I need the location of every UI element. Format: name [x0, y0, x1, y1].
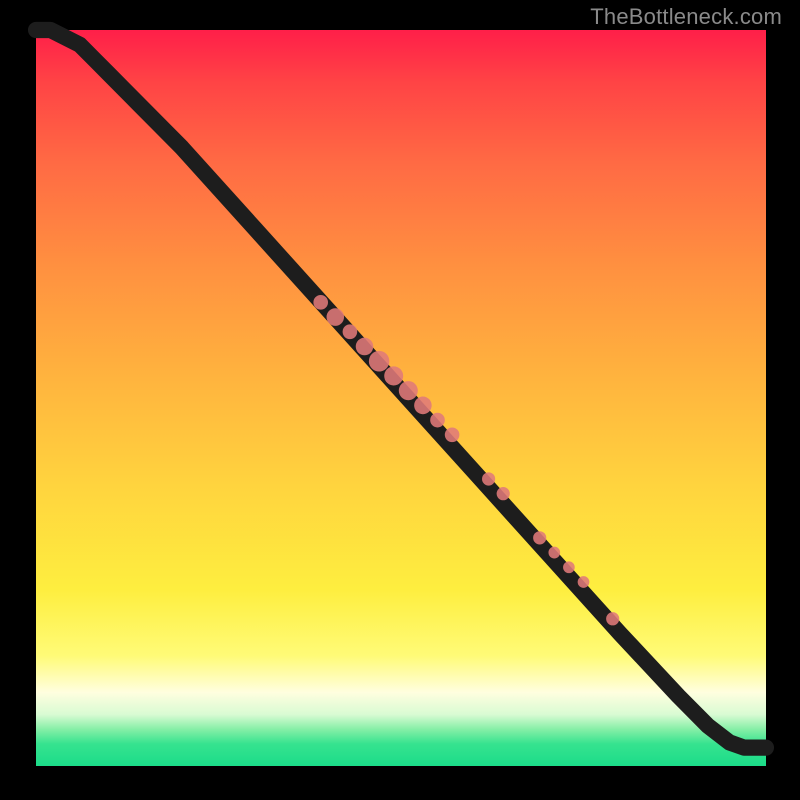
- plot-area: [36, 30, 766, 766]
- curve-point: [578, 576, 590, 588]
- curve-point: [445, 427, 460, 442]
- curve-point: [399, 381, 418, 400]
- chart-frame: TheBottleneck.com: [0, 0, 800, 800]
- curve-point: [548, 547, 560, 559]
- curve-point: [430, 413, 445, 428]
- curve-point: [533, 531, 546, 544]
- curve-point: [384, 366, 403, 385]
- curve-point: [414, 397, 432, 415]
- curve-point: [497, 487, 510, 500]
- watermark-label: TheBottleneck.com: [590, 4, 782, 30]
- curve-point: [563, 561, 575, 573]
- curve-point: [313, 295, 328, 310]
- curve-point: [356, 338, 374, 356]
- curve-point: [482, 472, 495, 485]
- curve-point: [369, 351, 389, 372]
- curve-point: [343, 324, 358, 339]
- chart-svg: [36, 30, 766, 766]
- curve-point: [327, 308, 345, 326]
- curve-point: [606, 612, 619, 625]
